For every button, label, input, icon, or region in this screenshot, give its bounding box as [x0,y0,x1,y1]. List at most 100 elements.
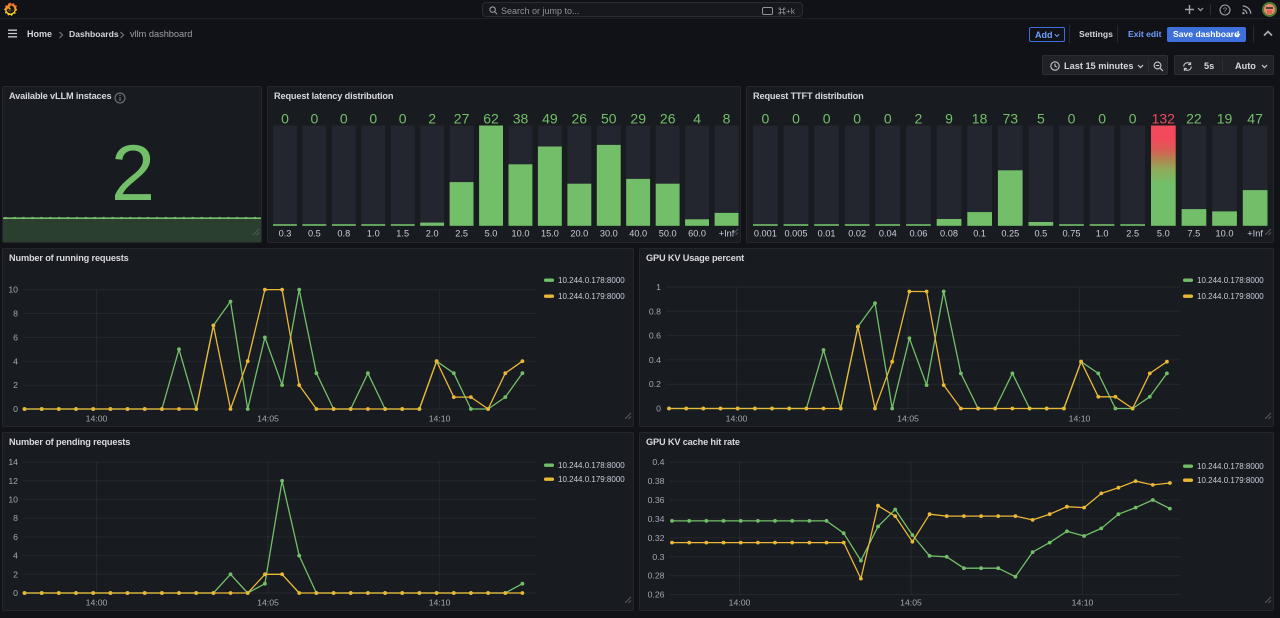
svg-text:0: 0 [399,111,407,127]
svg-text:0: 0 [281,111,289,127]
svg-text:14:05: 14:05 [257,414,279,424]
svg-text:0.005: 0.005 [785,228,808,238]
svg-text:0: 0 [792,111,800,127]
svg-text:47: 47 [1247,111,1263,127]
svg-text:10.244.0.178:8000: 10.244.0.178:8000 [558,461,625,470]
svg-text:+Inf: +Inf [1247,228,1263,238]
svg-text:15.0: 15.0 [541,228,559,238]
svg-text:10: 10 [8,285,18,295]
svg-text:50: 50 [601,111,617,127]
svg-text:14:00: 14:00 [729,598,751,608]
svg-text:0.75: 0.75 [1063,228,1081,238]
svg-text:0.25: 0.25 [1001,228,1019,238]
svg-text:0: 0 [1068,111,1076,127]
svg-text:1.0: 1.0 [1096,228,1109,238]
svg-text:14:00: 14:00 [86,414,108,424]
svg-text:8: 8 [13,513,18,523]
svg-text:19: 19 [1217,111,1233,127]
svg-text:0: 0 [13,588,18,598]
svg-text:12: 12 [8,476,18,486]
svg-text:2: 2 [13,380,18,390]
svg-text:50.0: 50.0 [659,228,677,238]
svg-text:40.0: 40.0 [629,228,647,238]
svg-text:0: 0 [13,404,18,414]
svg-text:2: 2 [915,111,923,127]
svg-text:0.06: 0.06 [909,228,927,238]
svg-text:10.244.0.179:8000: 10.244.0.179:8000 [1197,292,1264,301]
svg-text:0.3: 0.3 [652,552,664,562]
svg-text:10.244.0.179:8000: 10.244.0.179:8000 [558,475,625,484]
svg-text:0: 0 [1098,111,1106,127]
svg-text:0: 0 [853,111,861,127]
svg-text:26: 26 [660,111,676,127]
svg-text:30.0: 30.0 [600,228,618,238]
svg-text:60.0: 60.0 [688,228,706,238]
svg-text:0.32: 0.32 [648,533,665,543]
svg-text:0.001: 0.001 [754,228,777,238]
svg-text:0.5: 0.5 [308,228,321,238]
svg-text:10.244.0.178:8000: 10.244.0.178:8000 [1197,276,1264,285]
svg-text:4: 4 [693,111,701,127]
svg-text:14: 14 [8,457,18,467]
svg-text:9: 9 [945,111,953,127]
svg-text:14:10: 14:10 [429,414,451,424]
svg-text:10.244.0.178:8000: 10.244.0.178:8000 [558,276,625,285]
svg-text:73: 73 [1003,111,1019,127]
svg-text:0.38: 0.38 [648,476,665,486]
svg-text:49: 49 [542,111,558,127]
svg-text:0.08: 0.08 [940,228,958,238]
svg-text:0.26: 0.26 [648,590,665,600]
svg-text:0.4: 0.4 [649,355,661,365]
svg-text:10.0: 10.0 [512,228,530,238]
svg-text:0.28: 0.28 [648,571,665,581]
svg-text:14:05: 14:05 [257,598,279,608]
svg-text:0.6: 0.6 [649,331,661,341]
svg-text:0.8: 0.8 [337,228,350,238]
svg-text:0.8: 0.8 [649,306,661,316]
svg-text:2.5: 2.5 [1126,228,1139,238]
svg-text:6: 6 [13,532,18,542]
svg-text:0.34: 0.34 [648,514,665,524]
svg-text:8: 8 [723,111,731,127]
svg-text:7.5: 7.5 [1188,228,1201,238]
svg-text:10.244.0.179:8000: 10.244.0.179:8000 [558,292,625,301]
svg-text:10.0: 10.0 [1216,228,1234,238]
svg-text:2: 2 [428,111,436,127]
svg-text:0.01: 0.01 [818,228,836,238]
svg-text:0.1: 0.1 [973,228,986,238]
svg-text:10.244.0.179:8000: 10.244.0.179:8000 [1197,476,1264,485]
svg-text:4: 4 [13,356,18,366]
svg-text:0: 0 [656,404,661,414]
svg-text:0.5: 0.5 [1035,228,1048,238]
svg-text:10.244.0.178:8000: 10.244.0.178:8000 [1197,462,1264,471]
svg-text:20.0: 20.0 [570,228,588,238]
svg-text:2.0: 2.0 [426,228,439,238]
svg-text:14:00: 14:00 [86,598,108,608]
svg-text:18: 18 [972,111,988,127]
svg-text:0.4: 0.4 [652,457,664,467]
svg-text:14:05: 14:05 [900,598,922,608]
svg-text:6: 6 [13,332,18,342]
svg-text:1.5: 1.5 [396,228,409,238]
svg-text:5.0: 5.0 [1157,228,1170,238]
svg-text:0: 0 [340,111,348,127]
svg-text:?: ? [1223,5,1227,14]
svg-text:38: 38 [513,111,529,127]
svg-text:27: 27 [454,111,470,127]
svg-text:0.3: 0.3 [279,228,292,238]
svg-text:8: 8 [13,309,18,319]
svg-text:0.2: 0.2 [649,379,661,389]
svg-text:62: 62 [483,111,499,127]
svg-text:29: 29 [630,111,646,127]
svg-text:0: 0 [823,111,831,127]
svg-text:0: 0 [311,111,319,127]
svg-text:4: 4 [13,551,18,561]
svg-text:14:10: 14:10 [1069,414,1091,424]
svg-text:26: 26 [572,111,588,127]
svg-text:22: 22 [1186,111,1202,127]
svg-text:14:10: 14:10 [429,598,451,608]
svg-text:132: 132 [1152,111,1176,127]
svg-text:0: 0 [1129,111,1137,127]
svg-text:14:05: 14:05 [897,414,919,424]
svg-text:0: 0 [369,111,377,127]
